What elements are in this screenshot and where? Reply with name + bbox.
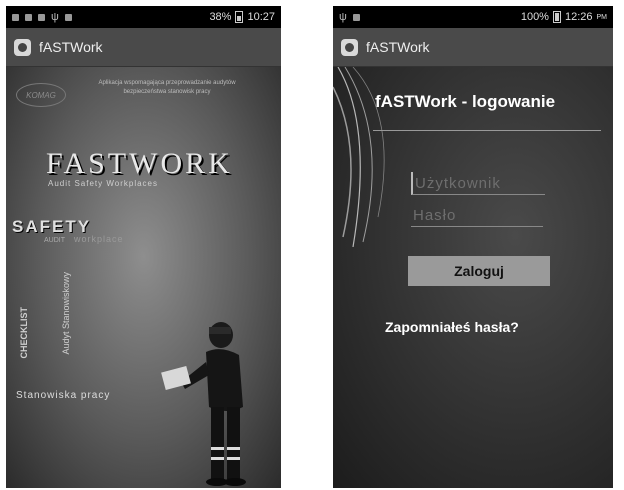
clock: 10:27: [247, 11, 275, 23]
sd-card-icon: [64, 13, 72, 21]
splash-tagline: Aplikacja wspomagająca przeprowadzanie a…: [98, 80, 236, 95]
splash-screen: KOMAG Aplikacja wspomagająca przeprowadz…: [6, 67, 281, 488]
login-title: fASTWork - logowanie: [375, 92, 556, 111]
app-action-bar: fASTWork: [333, 28, 613, 67]
password-input[interactable]: [411, 204, 543, 227]
sd-card-icon: [352, 13, 360, 21]
battery-percent: 100%: [520, 11, 549, 23]
battery-icon: [235, 11, 244, 23]
checklist-label: CHECKLIST: [19, 307, 29, 359]
app-title: fASTWork: [366, 39, 430, 55]
app-icon[interactable]: [341, 38, 358, 56]
notification-icon: [12, 13, 19, 21]
app-action-bar: fASTWork: [6, 28, 281, 67]
clock: 12:26: [564, 11, 593, 23]
left-phone-screen: ψ 38% 10:27 fASTWork KOMAG Aplikacja wsp…: [6, 6, 281, 488]
brand-subtitle: Audit Safety Workplaces: [48, 179, 159, 188]
stanowiska-label: Stanowiska pracy: [16, 390, 111, 401]
komag-logo: KOMAG: [16, 83, 66, 107]
message-icon: [38, 13, 45, 21]
app-icon[interactable]: [14, 38, 31, 56]
username-input[interactable]: [411, 172, 545, 195]
usb-icon: ψ: [339, 11, 347, 23]
audit-label: AUDIT: [44, 237, 65, 244]
login-button[interactable]: Zaloguj: [408, 256, 550, 286]
workplace-label: workplace: [74, 234, 124, 244]
usb-icon: ψ: [51, 11, 59, 23]
worker-illustration: [161, 322, 246, 486]
app-title: fASTWork: [39, 39, 103, 55]
status-bar: ψ 100% 12:26 PM: [333, 6, 613, 28]
audyt-label: Audyt Stanowiskowy: [61, 272, 71, 355]
gallery-icon: [25, 13, 32, 21]
clock-ampm: PM: [596, 13, 608, 21]
forgot-password-link[interactable]: Zapomniałeś hasła?: [385, 319, 519, 335]
brand-title: FASTWORK: [46, 147, 233, 180]
status-bar: ψ 38% 10:27: [6, 6, 281, 28]
right-phone-screen: ψ 100% 12:26 PM fASTWork fASTWork - logo…: [333, 6, 613, 488]
title-divider: [373, 130, 601, 131]
battery-percent: 38%: [209, 11, 232, 23]
battery-icon: [552, 11, 561, 23]
